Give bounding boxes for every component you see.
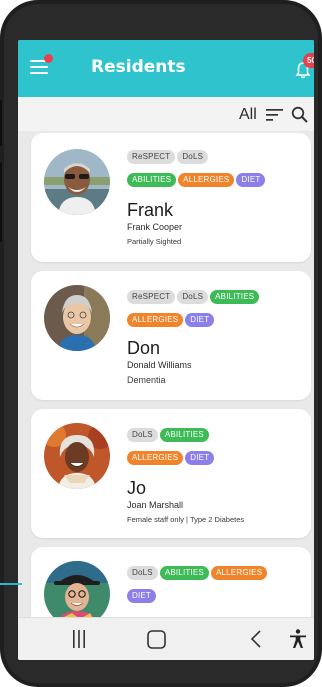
back-icon[interactable] [248, 628, 264, 650]
phone-frame: Residents 50 All ReSPECT DoLS ABILITIES … [0, 0, 322, 687]
resident-preferred-name: Jo [127, 478, 147, 498]
tag-respect[interactable]: ReSPECT [127, 150, 176, 164]
tag-allergies[interactable]: ALLERGIES [127, 313, 184, 327]
resident-full-name: Donald Williams [127, 360, 192, 370]
tag-abilities[interactable]: ABILITIES [159, 428, 209, 442]
tag-list: ReSPECT DoLS ABILITIES ALLERGIES DIET [127, 284, 307, 330]
app-header: Residents 50 [18, 40, 314, 97]
volume-button [0, 100, 2, 146]
tag-list: ReSPECT DoLS ABILITIES ALLERGIES DIET [127, 144, 307, 190]
resident-full-name: Frank Cooper [127, 222, 183, 232]
tag-dols[interactable]: DoLS [177, 290, 209, 304]
filter-selected[interactable]: All [239, 106, 257, 124]
resident-full-name: Joan Marshall [127, 500, 184, 510]
recent-apps-icon[interactable] [70, 628, 88, 650]
resident-card[interactable]: DoLS ABILITIES ALLERGIES DIET Jo Joan Mars… [31, 409, 311, 538]
tag-diet[interactable]: DIET [185, 313, 215, 327]
tag-allergies[interactable]: ALLERGIES [178, 173, 235, 187]
app-screen: Residents 50 All ReSPECT DoLS ABILITIES … [18, 40, 314, 660]
page-title: Residents [91, 57, 186, 77]
tag-respect[interactable]: ReSPECT [127, 290, 176, 304]
tag-dols[interactable]: DoLS [127, 566, 158, 580]
tag-list: DoLS ABILITIES ALLERGIES DIET [127, 560, 307, 606]
tag-abilities[interactable]: ABILITIES [210, 290, 260, 304]
tag-list: DoLS ABILITIES ALLERGIES DIET [127, 422, 307, 468]
tag-abilities[interactable]: ABILITIES [127, 173, 177, 187]
filter-bar: All [18, 97, 314, 131]
resident-note: Dementia [127, 375, 166, 385]
home-icon[interactable] [146, 628, 168, 650]
search-icon[interactable] [291, 106, 308, 123]
resident-preferred-name: Don [127, 338, 161, 358]
notification-badge: 50 [303, 53, 314, 68]
side-button [0, 162, 2, 242]
menu-alert-dot [44, 54, 53, 63]
filter-icon[interactable] [266, 109, 283, 121]
tag-diet[interactable]: DIET [185, 451, 215, 465]
resident-avatar [44, 149, 110, 215]
resident-note: Partially Sighted [127, 237, 182, 246]
tag-dols[interactable]: DoLS [177, 150, 209, 164]
tag-allergies[interactable]: ALLERGIES [127, 451, 184, 465]
resident-avatar [44, 285, 110, 351]
tag-diet[interactable]: DIET [127, 589, 157, 603]
resident-card[interactable]: ReSPECT DoLS ABILITIES ALLERGIES DIET Frank… [31, 133, 311, 262]
tag-abilities[interactable]: ABILITIES [159, 566, 209, 580]
decorative-line [0, 583, 22, 585]
resident-avatar [44, 423, 110, 489]
accessibility-icon[interactable] [288, 628, 308, 650]
system-nav-bar [18, 617, 314, 660]
tag-allergies[interactable]: ALLERGIES [210, 566, 268, 580]
resident-card[interactable]: ReSPECT DoLS ABILITIES ALLERGIES DIET Don D… [31, 271, 311, 400]
tag-diet[interactable]: DIET [236, 173, 266, 187]
resident-note: Female staff only | Type 2 Diabetes [127, 515, 245, 524]
resident-preferred-name: Frank [127, 200, 174, 220]
tag-dols[interactable]: DoLS [127, 428, 158, 442]
